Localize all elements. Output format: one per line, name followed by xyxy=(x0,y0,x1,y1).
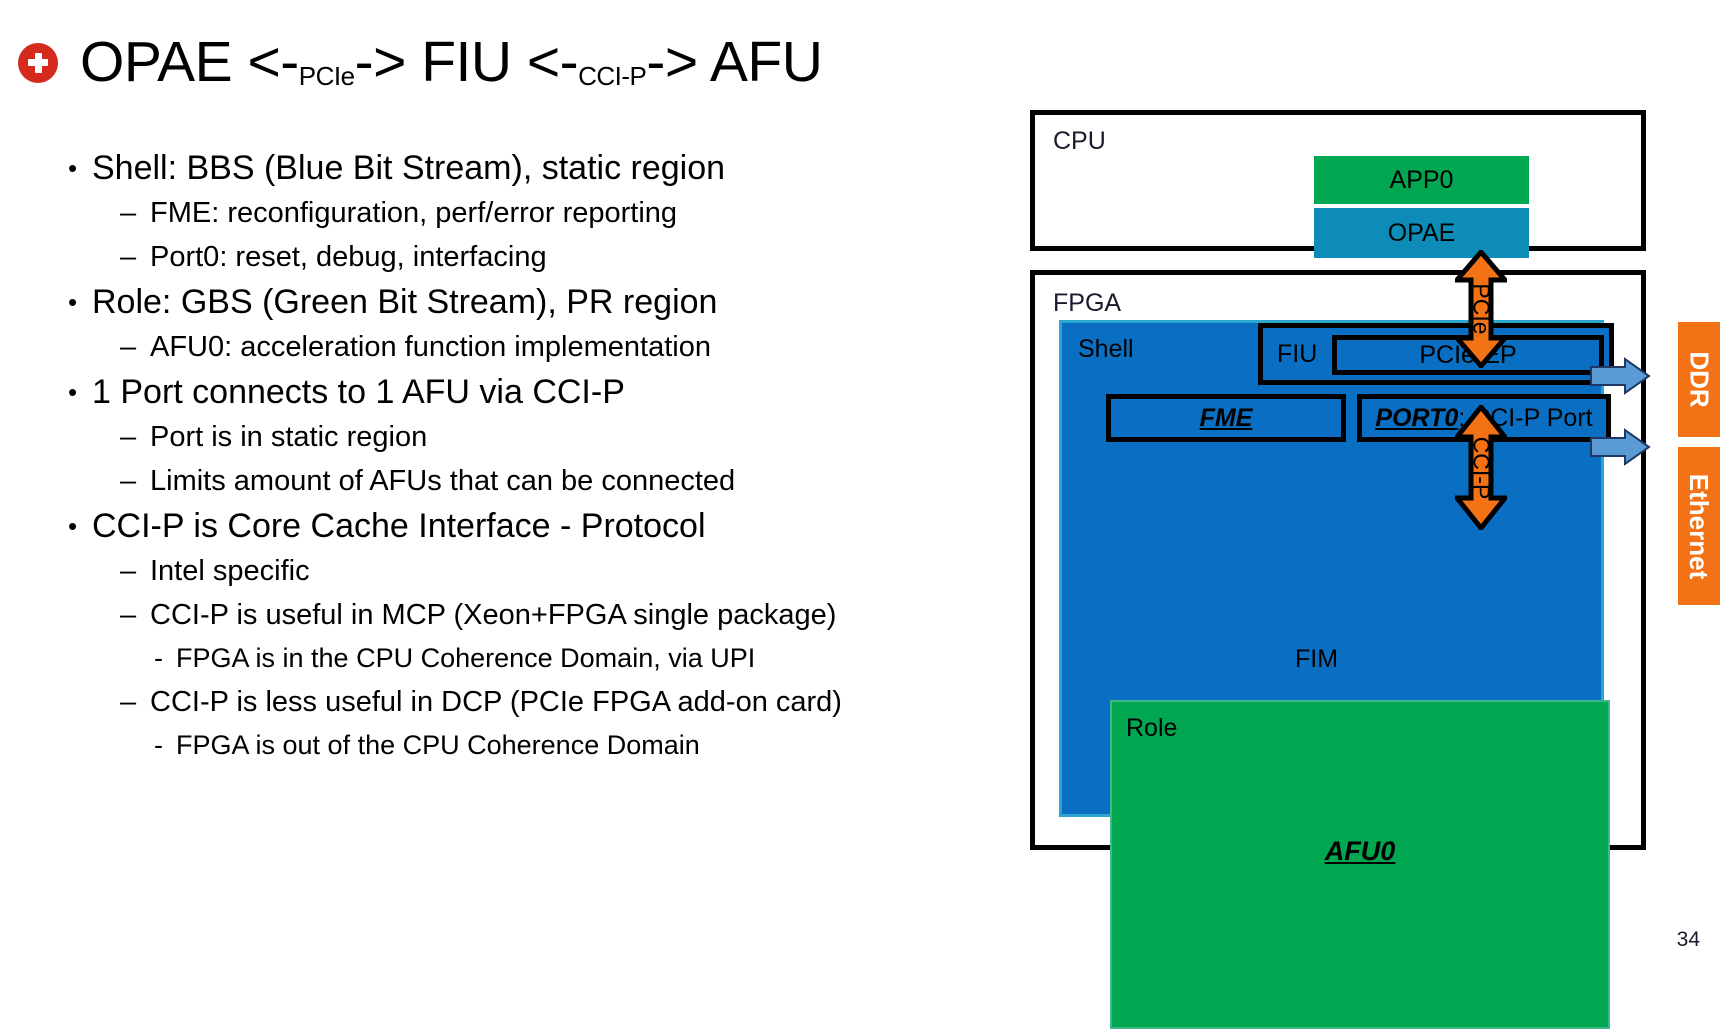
page-title: OPAE <-PCIe-> FIU <-CCI-P-> AFU xyxy=(80,34,823,91)
bullet-text: Port is in static region xyxy=(150,421,428,453)
bullet-marker: – xyxy=(120,465,137,497)
fpga-box: FPGA Shell FIM FIU PCIe-EP FME PORT0: CC… xyxy=(1030,270,1646,1029)
ccip-arrow-label: CCI-P xyxy=(1468,436,1495,499)
bullet-marker: – xyxy=(120,241,137,273)
bullet-item: - FPGA is out of the CPU Coherence Domai… xyxy=(62,724,942,767)
bullet-marker: - xyxy=(154,643,163,673)
bullet-item: – AFU0: acceleration function implementa… xyxy=(62,325,942,369)
bullet-text: FPGA is in the CPU Coherence Domain, via… xyxy=(176,643,756,673)
app0-box: APP0 xyxy=(1314,156,1529,204)
bullet-item: • Role: GBS (Green Bit Stream), PR regio… xyxy=(62,279,942,325)
pcie-arrow-label: PCIe xyxy=(1468,283,1495,335)
ethernet-arrow-icon xyxy=(1589,428,1651,466)
title-part-3: -> AFU xyxy=(646,30,823,94)
afu0-label: AFU0 xyxy=(1112,836,1608,867)
bullet-item: – Intel specific xyxy=(62,549,942,593)
bullet-marker: • xyxy=(68,287,78,317)
ddr-label: DDR xyxy=(1684,351,1715,408)
bullet-text: 1 Port connects to 1 AFU via CCI-P xyxy=(92,373,625,411)
afu0-text: AFU0 xyxy=(1324,836,1396,866)
ccip-double-arrow-icon: CCI-P xyxy=(1455,405,1507,530)
bullet-item: – FME: reconfiguration, perf/error repor… xyxy=(62,191,942,235)
bullet-list: • Shell: BBS (Blue Bit Stream), static r… xyxy=(62,145,942,767)
bullet-marker: – xyxy=(120,599,137,631)
bullet-item: – Limits amount of AFUs that can be conn… xyxy=(62,459,942,503)
architecture-diagram: CPU APP0 OPAE FPGA Shell FIM FIU PCIe-EP… xyxy=(1030,110,1732,1029)
bullet-text: Port0: reset, debug, interfacing xyxy=(150,241,547,273)
bullet-marker: – xyxy=(120,555,137,587)
ddr-arrow-icon xyxy=(1589,357,1651,395)
bullet-marker: • xyxy=(68,377,78,407)
title-part-2: -> FIU <- xyxy=(354,30,579,94)
bullet-marker: – xyxy=(120,197,137,229)
bullet-text: Intel specific xyxy=(150,555,310,587)
fiu-label: FIU xyxy=(1277,339,1318,368)
bullet-text: FPGA is out of the CPU Coherence Domain xyxy=(176,730,700,760)
role-box: Role AFU0 xyxy=(1110,700,1610,1029)
bullet-marker: – xyxy=(120,331,137,363)
bullet-text: Shell: BBS (Blue Bit Stream), static reg… xyxy=(92,149,726,187)
shell-box: Shell FIM FIU PCIe-EP FME PORT0: CCI-P P… xyxy=(1059,320,1614,1029)
ethernet-box: Ethernet xyxy=(1678,447,1720,605)
port0-label-bold: PORT0 xyxy=(1375,403,1459,432)
fme-label: FME xyxy=(1199,403,1253,432)
cpu-label: CPU xyxy=(1053,127,1106,155)
ethernet-label: Ethernet xyxy=(1684,473,1715,579)
bullet-item: • CCI-P is Core Cache Interface - Protoc… xyxy=(62,503,942,549)
title-subscript-ccip: CCI-P xyxy=(578,61,647,91)
fim-label: FIM xyxy=(1295,645,1339,673)
bullet-text: CCI-P is less useful in DCP (PCIe FPGA a… xyxy=(150,686,842,718)
bullet-text: CCI-P is Core Cache Interface - Protocol xyxy=(92,507,706,545)
role-label: Role xyxy=(1126,714,1178,742)
title-subscript-pcie: PCIe xyxy=(298,61,355,91)
fme-box: FME xyxy=(1106,394,1346,442)
bullet-text: Role: GBS (Green Bit Stream), PR region xyxy=(92,283,718,321)
red-circle-plus-icon xyxy=(18,42,58,83)
bullet-marker: – xyxy=(120,686,137,718)
bullet-text: AFU0: acceleration function implementati… xyxy=(150,331,711,363)
bullet-text: CCI-P is useful in MCP (Xeon+FPGA single… xyxy=(150,599,837,631)
bullet-text: FME: reconfiguration, perf/error reporti… xyxy=(150,197,678,229)
ddr-box: DDR xyxy=(1678,322,1720,437)
bullet-item: – CCI-P is less useful in DCP (PCIe FPGA… xyxy=(62,680,942,724)
bullet-item: – Port is in static region xyxy=(62,415,942,459)
bullet-item: - FPGA is in the CPU Coherence Domain, v… xyxy=(62,637,942,680)
bullet-marker: - xyxy=(154,730,163,760)
slide-title-row: OPAE <-PCIe-> FIU <-CCI-P-> AFU xyxy=(18,34,823,91)
bullet-marker: • xyxy=(68,153,78,183)
bullet-text: Limits amount of AFUs that can be connec… xyxy=(150,465,736,497)
bullet-item: • 1 Port connects to 1 AFU via CCI-P xyxy=(62,369,942,415)
bullet-item: – Port0: reset, debug, interfacing xyxy=(62,235,942,279)
fpga-label: FPGA xyxy=(1053,289,1122,317)
shell-label: Shell xyxy=(1078,335,1134,363)
bullet-marker: – xyxy=(120,421,137,453)
title-part-1: OPAE <- xyxy=(80,30,299,94)
bullet-marker: • xyxy=(68,511,78,541)
bullet-item: • Shell: BBS (Blue Bit Stream), static r… xyxy=(62,145,942,191)
bullet-item: – CCI-P is useful in MCP (Xeon+FPGA sing… xyxy=(62,593,942,637)
pcie-double-arrow-icon: PCIe xyxy=(1455,250,1507,368)
slide-number: 34 xyxy=(1676,928,1700,951)
